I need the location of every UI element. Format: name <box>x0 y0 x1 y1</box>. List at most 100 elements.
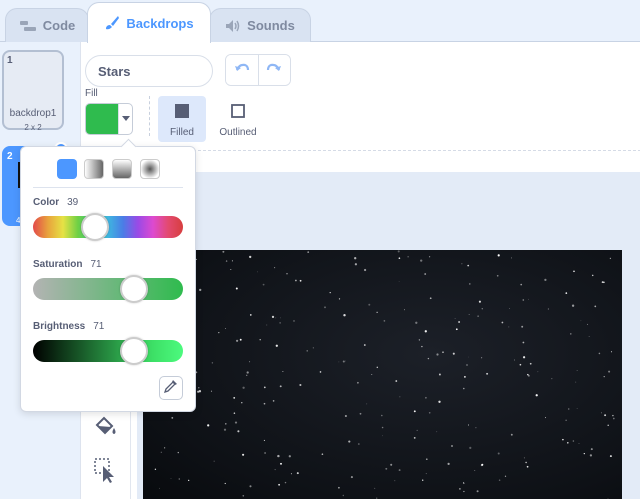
star <box>562 438 564 441</box>
star <box>354 257 357 260</box>
star <box>381 435 383 437</box>
tab-backdrops[interactable]: Backdrops <box>87 2 211 43</box>
star <box>295 279 297 282</box>
star <box>275 344 278 347</box>
horizontal-gradient-button[interactable] <box>84 159 104 179</box>
star <box>416 429 418 431</box>
saturation-slider[interactable] <box>33 275 183 303</box>
star <box>398 469 401 472</box>
star <box>376 311 378 313</box>
star <box>497 254 500 257</box>
star <box>279 322 281 324</box>
star <box>178 478 180 480</box>
color-slider[interactable] <box>33 213 183 241</box>
star <box>342 494 344 497</box>
brightness-slider[interactable] <box>33 337 183 365</box>
star <box>565 419 567 421</box>
star <box>537 371 539 373</box>
fill-tool-button[interactable] <box>91 414 121 444</box>
editor-tabs: Code Backdrops Sounds <box>0 0 640 43</box>
star <box>469 446 472 449</box>
star <box>508 326 510 328</box>
star <box>188 479 190 482</box>
star <box>610 351 613 353</box>
star <box>477 315 479 317</box>
star <box>290 473 292 475</box>
star <box>496 274 499 277</box>
star <box>463 482 465 485</box>
tab-sounds-label: Sounds <box>247 18 295 33</box>
brightness-slider-handle[interactable] <box>119 337 148 365</box>
star <box>442 351 444 353</box>
star <box>528 375 530 377</box>
star <box>428 412 431 414</box>
star <box>357 381 359 384</box>
vertical-gradient-button[interactable] <box>112 159 132 179</box>
backdrop-item-1[interactable]: 1 backdrop1 2 x 2 <box>2 50 64 132</box>
color-slider-handle[interactable] <box>80 213 109 241</box>
fill-color-button[interactable] <box>85 103 133 135</box>
star <box>468 424 469 426</box>
star <box>397 250 400 253</box>
saturation-value: 71 <box>90 259 102 270</box>
saturation-slider-label: Saturation 71 <box>33 259 102 270</box>
star <box>338 361 340 363</box>
star <box>312 347 314 349</box>
speaker-icon <box>225 19 241 33</box>
select-tool-button[interactable] <box>91 457 121 488</box>
redo-button[interactable] <box>257 55 290 85</box>
star <box>249 361 251 363</box>
star <box>497 452 500 455</box>
star <box>525 461 527 464</box>
star <box>604 414 607 417</box>
star <box>594 305 597 308</box>
star <box>501 321 504 324</box>
star <box>612 417 615 420</box>
star <box>458 321 461 323</box>
star <box>271 315 275 319</box>
star <box>171 416 174 419</box>
undo-button[interactable] <box>226 55 258 85</box>
star <box>381 426 384 429</box>
eyedropper-button[interactable] <box>159 376 183 400</box>
star <box>374 487 376 489</box>
backdrop-canvas[interactable] <box>143 250 622 499</box>
saturation-slider-handle[interactable] <box>119 275 148 303</box>
star <box>395 380 398 382</box>
tab-sounds[interactable]: Sounds <box>209 8 311 42</box>
backdrop-name-input[interactable] <box>85 55 213 87</box>
star <box>279 385 282 388</box>
divider <box>33 187 183 188</box>
star <box>429 297 432 300</box>
star <box>225 260 228 262</box>
paintbrush-icon <box>104 15 120 31</box>
star <box>284 481 287 484</box>
star <box>321 453 324 455</box>
star <box>225 423 227 425</box>
star <box>264 452 267 454</box>
star <box>459 488 461 490</box>
star <box>223 428 227 431</box>
star <box>344 414 347 418</box>
star <box>544 278 547 282</box>
radial-gradient-button[interactable] <box>140 159 160 179</box>
outlined-mode-button[interactable]: Outlined <box>214 96 262 142</box>
star <box>415 321 418 324</box>
star <box>394 480 396 482</box>
star <box>436 431 438 433</box>
star <box>338 298 341 300</box>
star <box>246 374 248 376</box>
starfield-image <box>143 250 615 499</box>
filled-mode-button[interactable]: Filled <box>158 96 206 142</box>
star <box>366 403 368 405</box>
star <box>514 359 515 361</box>
tab-code[interactable]: Code <box>5 8 89 42</box>
star <box>425 473 427 475</box>
star <box>272 400 275 402</box>
star <box>420 259 423 262</box>
star <box>329 291 331 294</box>
star <box>224 482 226 485</box>
star <box>354 263 358 266</box>
solid-fill-button[interactable] <box>57 159 77 179</box>
star <box>475 427 477 429</box>
